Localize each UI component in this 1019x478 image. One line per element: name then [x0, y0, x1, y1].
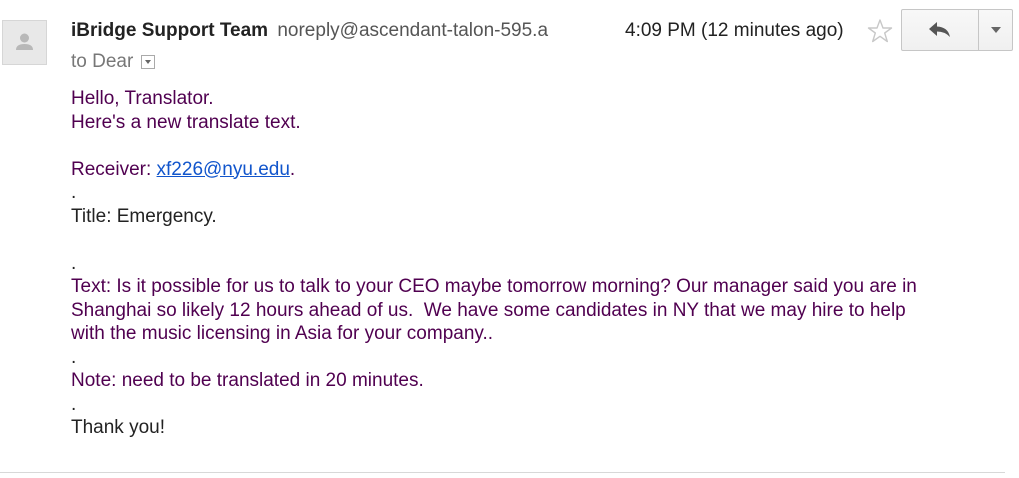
message-body: Hello, Translator. Here's a new translat… — [71, 87, 1001, 440]
title-line: Title: Emergency. — [71, 205, 217, 227]
intro-line: Here's a new translate text. — [71, 111, 301, 133]
note-line: Note: need to be translated in 20 minute… — [71, 370, 424, 391]
message-time: 4:09 PM (12 minutes ago) — [625, 20, 844, 41]
chevron-down-icon — [990, 27, 1001, 33]
email-message: iBridge Support Team noreply@ascendant-t… — [0, 0, 1019, 478]
receiver-end: . — [289, 158, 296, 180]
recipient-line: to Dear — [71, 49, 156, 75]
reply-arrow-icon — [929, 22, 950, 37]
sender-info: iBridge Support Team noreply@ascendant-t… — [71, 18, 571, 44]
sender-name[interactable]: iBridge Support Team — [71, 20, 268, 41]
dot-separator: . — [71, 182, 77, 203]
text-line: Text: Is it possible for us to talk to y… — [71, 276, 917, 297]
more-options-button[interactable] — [979, 10, 1012, 50]
text-line: Shanghai so likely 12 hours ahead of us.… — [71, 299, 906, 321]
receiver-email-link[interactable]: xf226@nyu.edu — [157, 159, 290, 180]
thanks-line: Thank you! — [71, 417, 165, 438]
message-divider — [0, 472, 1005, 473]
sender-email: noreply@ascendant-talon-595.a — [277, 20, 549, 41]
dot-separator: . — [71, 393, 77, 415]
to-label: to Dear — [71, 51, 134, 72]
greeting-line: Hello, Translator. — [71, 88, 214, 109]
reply-button-group — [901, 9, 1013, 51]
receiver-label: Receiver: — [71, 158, 157, 180]
dot-separator: . — [71, 346, 77, 368]
text-line: with the music licensing in Asia for you… — [71, 323, 494, 344]
dot-separator: . — [71, 252, 77, 274]
person-avatar-icon[interactable] — [2, 20, 47, 65]
dropdown-arrow-icon[interactable] — [141, 55, 156, 69]
star-outline-icon[interactable] — [866, 17, 894, 45]
reply-button[interactable] — [902, 10, 979, 50]
receiver-line: Receiver: xf226@nyu.edu. — [71, 158, 1001, 182]
